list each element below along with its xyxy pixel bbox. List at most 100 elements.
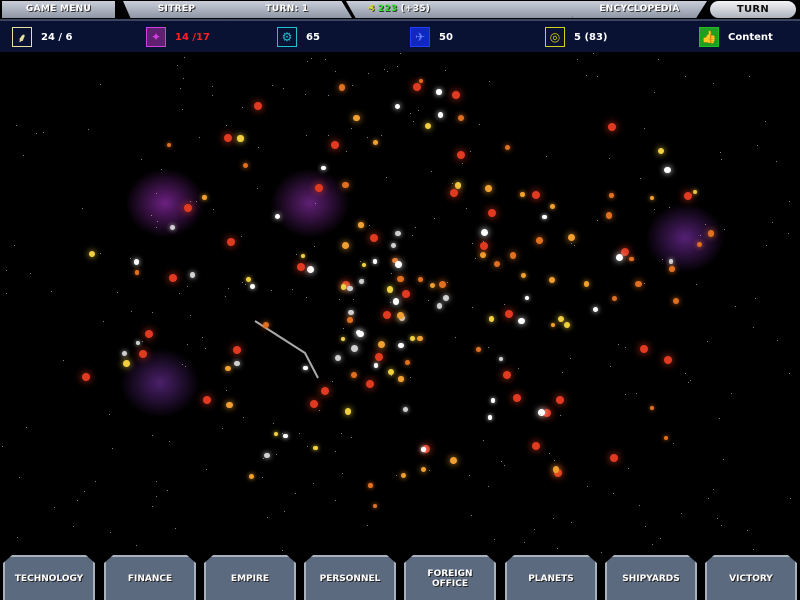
star-system[interactable] [246, 277, 251, 282]
star-system[interactable] [488, 209, 496, 217]
star-system[interactable] [370, 234, 378, 242]
star-system[interactable] [348, 310, 353, 315]
star-system[interactable] [488, 415, 492, 419]
morale-resource[interactable]: 👍Content [699, 27, 773, 47]
star-system[interactable] [134, 259, 139, 264]
star-system[interactable] [436, 89, 441, 94]
star-system[interactable] [521, 273, 526, 278]
star-system[interactable] [378, 341, 385, 348]
star-system[interactable] [89, 251, 95, 257]
star-system[interactable] [347, 286, 352, 291]
research-resource[interactable]: ⚙65 [277, 27, 320, 47]
star-system[interactable] [202, 195, 207, 200]
star-system[interactable] [439, 281, 446, 288]
tab-personnel[interactable]: PERSONNEL [304, 555, 396, 600]
star-system[interactable] [410, 336, 415, 341]
galaxy-map[interactable] [0, 53, 800, 553]
industry-resource[interactable]: ✦14 /17 [146, 27, 210, 47]
tab-planets[interactable]: PLANETS [505, 555, 597, 600]
star-system[interactable] [650, 406, 654, 410]
star-system[interactable] [669, 266, 675, 272]
command-resource[interactable]: ✈50 [410, 27, 453, 47]
star-system[interactable] [485, 185, 491, 191]
star-system[interactable] [366, 380, 374, 388]
star-system[interactable] [551, 323, 555, 327]
star-system[interactable] [339, 84, 345, 90]
star-system[interactable] [556, 396, 564, 404]
star-system[interactable] [518, 318, 524, 324]
star-system[interactable] [564, 322, 570, 328]
food-resource[interactable]: ⸙24 / 6 [12, 27, 73, 47]
star-system[interactable] [437, 303, 443, 309]
star-system[interactable] [398, 376, 403, 381]
star-system[interactable] [480, 252, 486, 258]
star-system[interactable] [606, 212, 612, 218]
star-system[interactable] [234, 361, 239, 366]
tab-shipyards[interactable]: SHIPYARDS [605, 555, 697, 600]
tab-victory[interactable]: VICTORY [705, 555, 797, 600]
star-system[interactable] [673, 298, 679, 304]
star-system[interactable] [243, 163, 248, 168]
star-system[interactable] [395, 231, 400, 236]
star-system[interactable] [584, 281, 589, 286]
star-system[interactable] [532, 191, 540, 199]
star-system[interactable] [664, 356, 672, 364]
star-system[interactable] [237, 135, 243, 141]
star-system[interactable] [82, 373, 90, 381]
star-system[interactable] [351, 345, 358, 352]
star-system[interactable] [358, 222, 363, 227]
star-system[interactable] [616, 254, 623, 261]
star-system[interactable] [503, 371, 511, 379]
star-system[interactable] [184, 204, 192, 212]
star-system[interactable] [550, 204, 555, 209]
star-system[interactable] [525, 296, 529, 300]
star-system[interactable] [489, 316, 495, 322]
star-system[interactable] [640, 345, 648, 353]
star-system[interactable] [227, 238, 235, 246]
star-system[interactable] [438, 112, 444, 118]
star-system[interactable] [342, 242, 349, 249]
star-system[interactable] [684, 192, 692, 200]
star-system[interactable] [450, 457, 457, 464]
star-system[interactable] [450, 189, 458, 197]
star-system[interactable] [430, 283, 435, 288]
star-system[interactable] [397, 276, 403, 282]
star-system[interactable] [310, 400, 318, 408]
star-system[interactable] [403, 407, 408, 412]
star-system[interactable] [342, 182, 348, 188]
star-system[interactable] [263, 322, 269, 328]
star-system[interactable] [283, 434, 288, 439]
star-system[interactable] [610, 454, 618, 462]
star-system[interactable] [250, 284, 255, 289]
star-system[interactable] [457, 151, 465, 159]
star-system[interactable] [452, 91, 460, 99]
star-system[interactable] [307, 266, 314, 273]
tab-foreign-office[interactable]: FOREIGN OFFICE [404, 555, 496, 600]
star-system[interactable] [536, 237, 543, 244]
star-system[interactable] [398, 343, 403, 348]
tab-technology[interactable]: TECHNOLOGY [3, 555, 95, 600]
star-system[interactable] [123, 360, 130, 367]
tab-finance[interactable]: FINANCE [104, 555, 196, 600]
star-system[interactable] [481, 229, 488, 236]
sitrep-button[interactable]: SITREP [123, 1, 230, 18]
star-system[interactable] [313, 446, 318, 451]
turn-button[interactable]: TURN [710, 1, 796, 18]
star-system[interactable] [225, 366, 231, 372]
star-system[interactable] [303, 366, 307, 370]
star-system[interactable] [455, 182, 462, 189]
star-system[interactable] [373, 140, 378, 145]
ideas-resource[interactable]: ◎5 (83) [545, 27, 608, 47]
star-system[interactable] [224, 134, 232, 142]
star-system[interactable] [321, 387, 329, 395]
star-system[interactable] [373, 259, 377, 263]
star-system[interactable] [169, 274, 177, 282]
star-system[interactable] [510, 252, 517, 259]
star-system[interactable] [405, 360, 410, 365]
star-system[interactable] [254, 102, 262, 110]
star-system[interactable] [635, 281, 641, 287]
tab-empire[interactable]: EMPIRE [204, 555, 296, 600]
game-menu-button[interactable]: GAME MENU [2, 1, 115, 18]
star-system[interactable] [226, 402, 232, 408]
star-system[interactable] [417, 336, 422, 341]
